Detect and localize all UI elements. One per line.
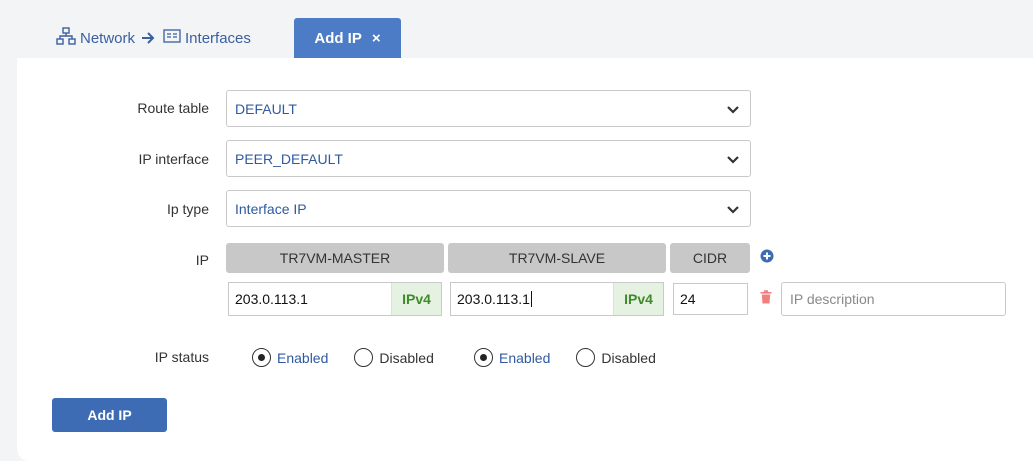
ip-label: IP bbox=[195, 252, 209, 268]
master-ipv4-badge: IPv4 bbox=[391, 283, 441, 315]
ip-interface-select[interactable]: PEER_DEFAULT bbox=[226, 140, 751, 177]
ip-type-label: Ip type bbox=[166, 201, 209, 217]
route-table-label: Route table bbox=[137, 100, 209, 116]
ip-interface-label: IP interface bbox=[138, 151, 209, 167]
slave-ip-value: 203.0.113.1 bbox=[457, 291, 532, 307]
slave-disabled-label: Disabled bbox=[601, 349, 656, 366]
arrow-right-icon bbox=[141, 32, 155, 44]
route-table-value: DEFAULT bbox=[235, 100, 297, 117]
master-header: TR7VM-MASTER bbox=[226, 243, 444, 273]
slave-ip-input[interactable]: 203.0.113.1 IPv4 bbox=[450, 282, 664, 316]
master-disabled-label: Disabled bbox=[379, 349, 434, 366]
master-enabled-label: Enabled bbox=[277, 349, 329, 366]
network-icon bbox=[56, 27, 76, 49]
ip-interface-value: PEER_DEFAULT bbox=[235, 150, 343, 167]
master-ip-input[interactable]: 203.0.113.1 IPv4 bbox=[228, 282, 442, 316]
chevron-down-icon bbox=[726, 102, 740, 118]
breadcrumb-interfaces-label: Interfaces bbox=[185, 29, 251, 47]
radio-unchecked-icon bbox=[576, 348, 596, 367]
breadcrumb-network[interactable]: Network bbox=[56, 27, 135, 49]
master-status-group: Enabled Disabled bbox=[252, 348, 434, 367]
breadcrumb: Network Interfaces bbox=[56, 27, 251, 49]
cidr-header: CIDR bbox=[670, 243, 750, 273]
breadcrumb-network-label: Network bbox=[80, 29, 136, 47]
trash-icon[interactable] bbox=[760, 290, 772, 309]
ip-description-input[interactable]: IP description bbox=[781, 282, 1006, 316]
close-icon[interactable]: × bbox=[372, 31, 381, 46]
slave-status-group: Enabled Disabled bbox=[474, 348, 656, 367]
tab-add-ip-label: Add IP bbox=[314, 29, 362, 47]
slave-header: TR7VM-SLAVE bbox=[448, 243, 666, 273]
slave-enabled-label: Enabled bbox=[499, 349, 551, 366]
master-enabled-radio[interactable]: Enabled bbox=[252, 348, 328, 367]
ip-status-label: IP status bbox=[154, 349, 209, 365]
master-ip-value: 203.0.113.1 bbox=[235, 291, 308, 307]
master-disabled-radio[interactable]: Disabled bbox=[354, 348, 434, 367]
add-ip-button[interactable]: Add IP bbox=[52, 398, 167, 432]
radio-checked-icon bbox=[474, 348, 493, 367]
cidr-input[interactable]: 24 bbox=[673, 283, 748, 315]
radio-checked-icon bbox=[252, 348, 271, 367]
interfaces-icon bbox=[163, 29, 181, 47]
route-table-select[interactable]: DEFAULT bbox=[226, 90, 751, 127]
radio-unchecked-icon bbox=[354, 348, 374, 367]
ip-type-select[interactable]: Interface IP bbox=[226, 190, 751, 227]
ip-type-value: Interface IP bbox=[235, 200, 307, 217]
tab-add-ip[interactable]: Add IP × bbox=[294, 18, 401, 58]
slave-disabled-radio[interactable]: Disabled bbox=[576, 348, 656, 367]
slave-ipv4-badge: IPv4 bbox=[613, 283, 663, 315]
chevron-down-icon bbox=[726, 202, 740, 218]
chevron-down-icon bbox=[726, 152, 740, 168]
breadcrumb-interfaces[interactable]: Interfaces bbox=[163, 29, 251, 47]
slave-enabled-radio[interactable]: Enabled bbox=[474, 348, 550, 367]
plus-circle-icon[interactable] bbox=[760, 249, 774, 268]
